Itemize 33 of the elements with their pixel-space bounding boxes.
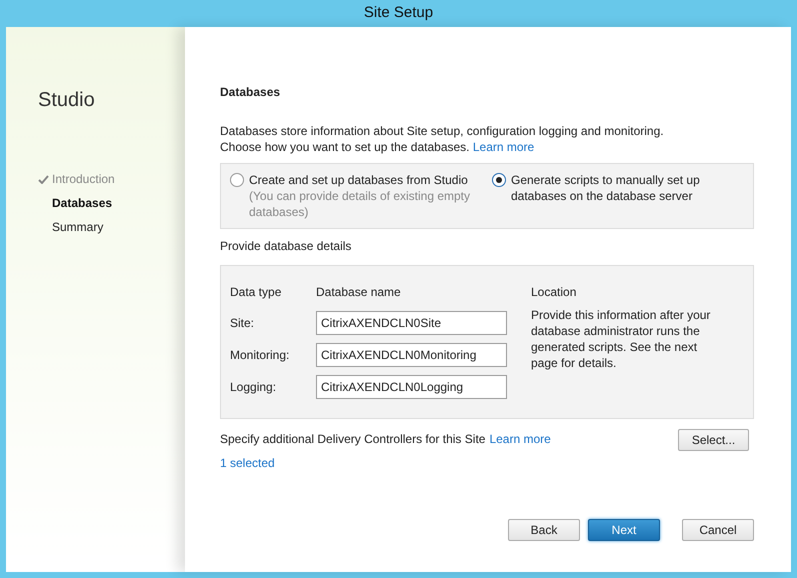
select-button[interactable]: Select... xyxy=(678,429,749,451)
details-label: Provide database details xyxy=(220,238,352,255)
dialog-button[interactable]: Cancel xyxy=(682,519,754,541)
radio-option[interactable]: Create and set up databases from Studio (You can provide details of existing empty databases) xyxy=(230,172,482,220)
option-label: Generate scripts to manually set up databases on the database server xyxy=(511,172,701,204)
column-header: Database name xyxy=(316,284,402,301)
radio-button[interactable] xyxy=(230,173,244,187)
column-header: Data type xyxy=(230,284,282,301)
radio-button[interactable] xyxy=(492,173,506,187)
dialog-button[interactable]: Back xyxy=(508,519,580,541)
row-label: Site: xyxy=(230,315,256,332)
learn-more-link[interactable]: Learn more xyxy=(489,430,551,448)
radio-option[interactable]: Generate scripts to manually set up databases on the database server xyxy=(492,172,744,220)
database-name-field[interactable]: CitrixAXENDCLN0Logging xyxy=(316,375,507,399)
dialog-button[interactable]: Next xyxy=(588,519,660,541)
column-header: Location xyxy=(531,284,578,301)
sidebar-title: Studio xyxy=(38,88,96,113)
page-heading: Databases xyxy=(220,84,282,101)
database-name-field[interactable]: CitrixAXENDCLN0Site xyxy=(316,311,507,335)
learn-more-link[interactable]: Learn more xyxy=(472,140,534,154)
row-label: Logging: xyxy=(230,379,278,396)
sidebar-step[interactable]: Summary xyxy=(38,215,185,239)
window-title: Site Setup xyxy=(362,3,434,24)
checkmark-icon xyxy=(38,174,49,184)
selected-count-link[interactable]: 1 selected xyxy=(220,454,551,472)
database-name-field[interactable]: CitrixAXENDCLN0Monitoring xyxy=(316,343,507,367)
location-note: Provide this information after your database administrator runs the generated scripts. See the next page for details. xyxy=(531,307,712,371)
sidebar-step[interactable]: Databases xyxy=(38,191,185,215)
intro-text: Databases store information about Site setup, configuration logging and monitoring. Choose how you want to set up the databases. Learn more xyxy=(220,123,665,155)
controllers-label: Specify additional Delivery Controllers for this Site xyxy=(220,431,486,448)
row-label: Monitoring: xyxy=(230,347,290,364)
option-label: Create and set up databases from Studio xyxy=(249,172,469,188)
option-note: (You can provide details of existing empty databases) xyxy=(249,188,472,220)
